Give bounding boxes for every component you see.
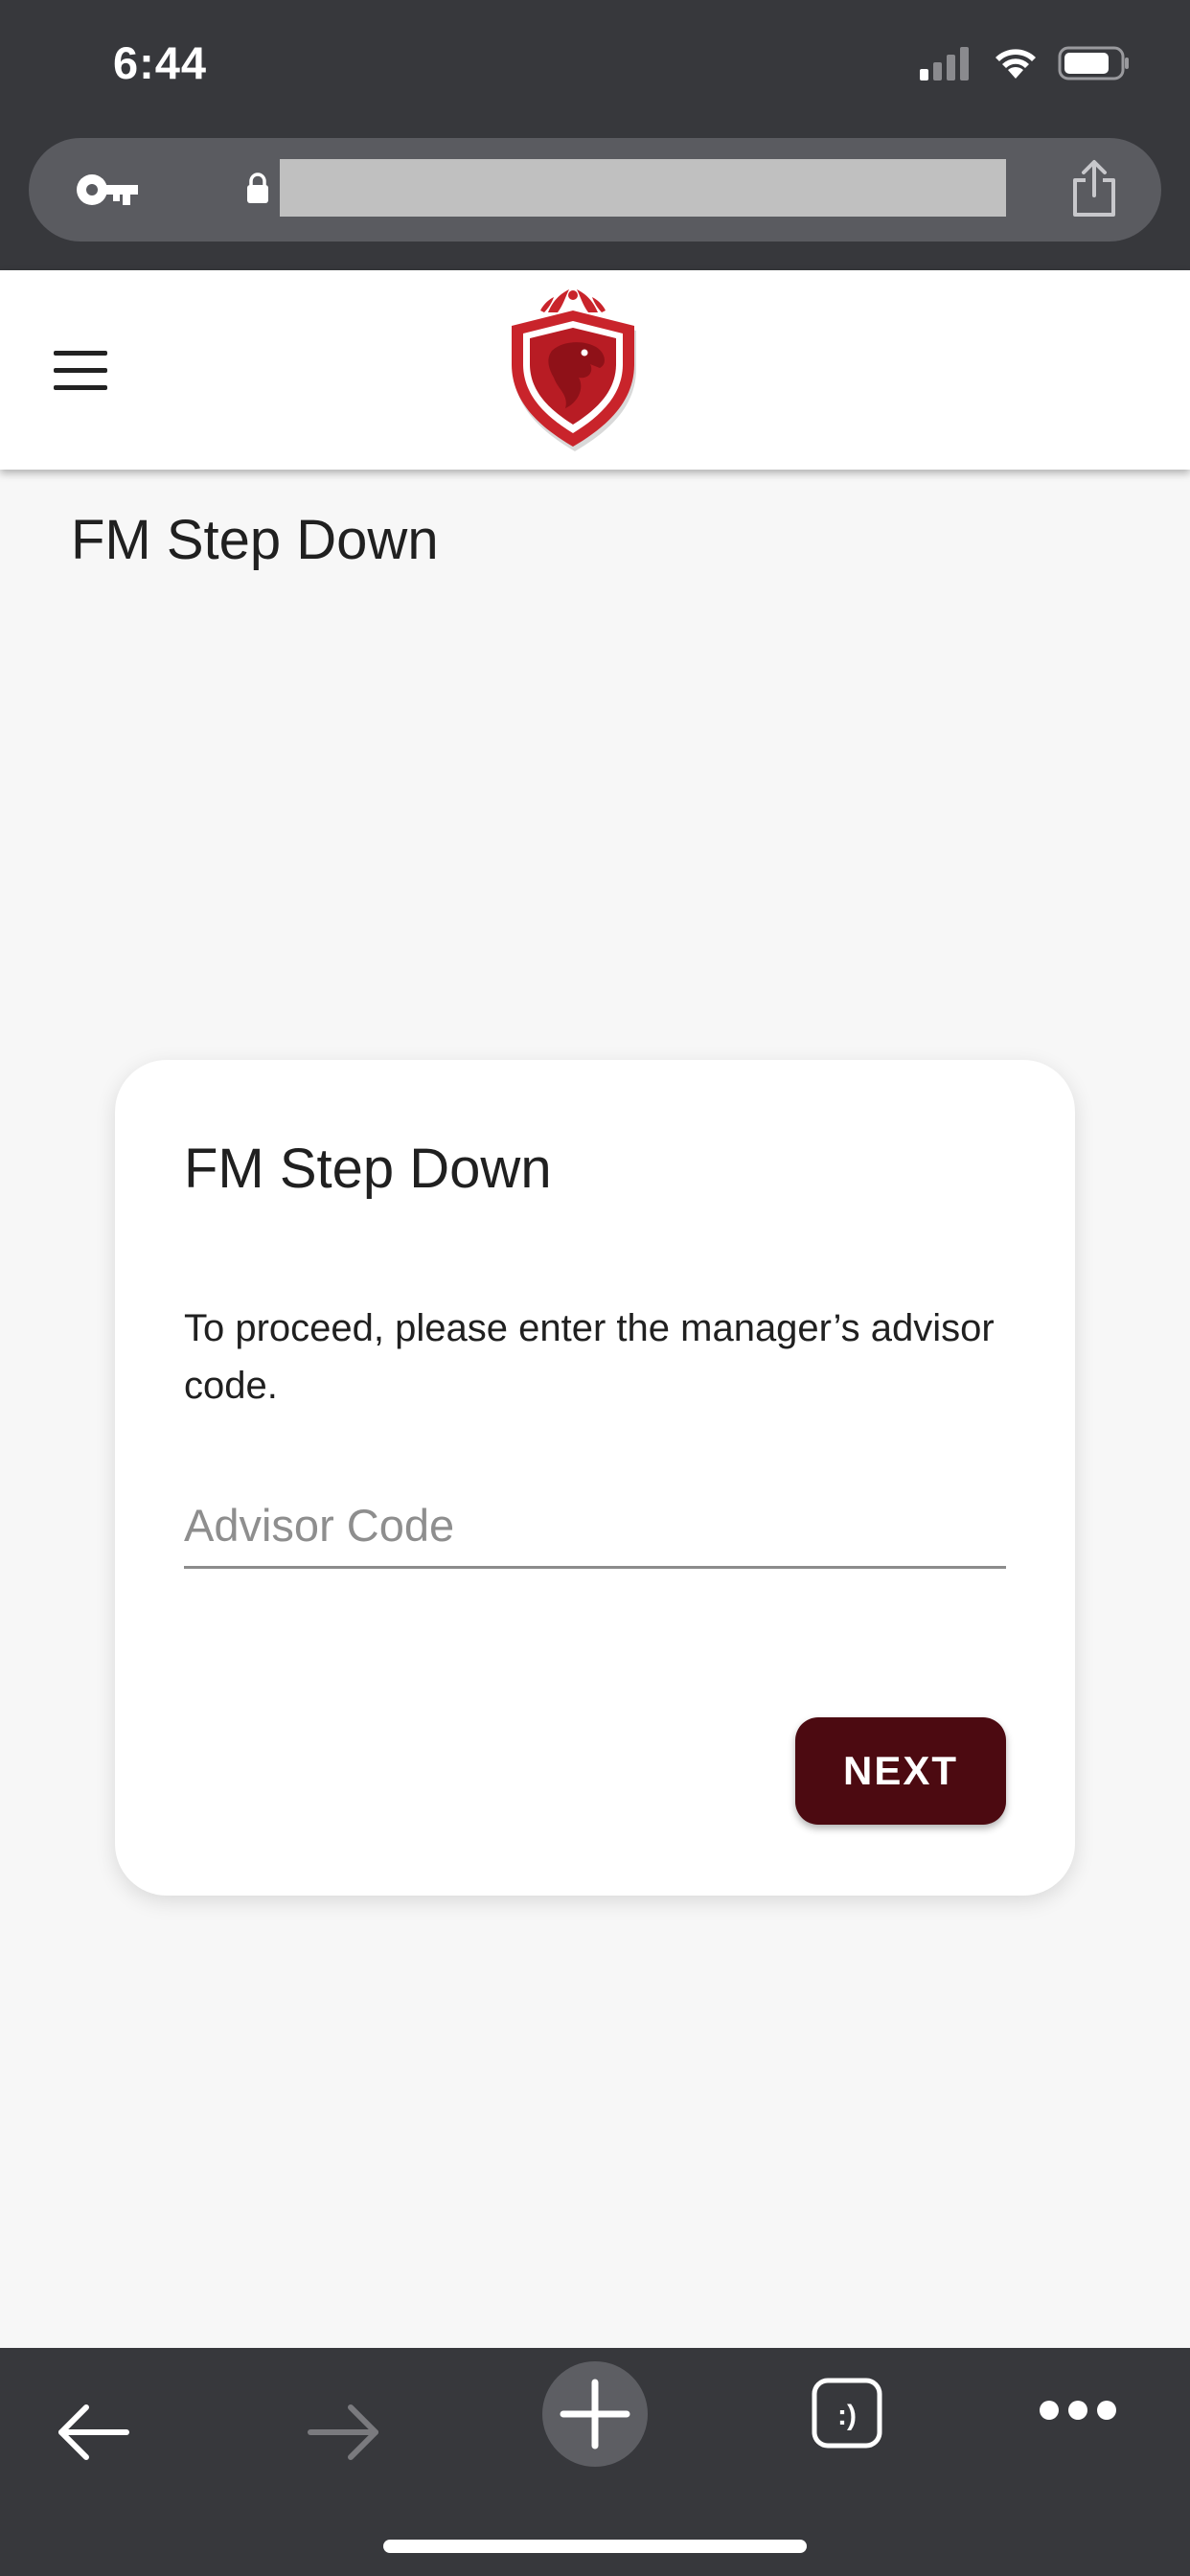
url-text[interactable] [280,159,1006,217]
forward-arrow-icon[interactable] [307,2402,381,2468]
lock-icon [245,172,270,210]
browser-top-bar: 6:44 [0,0,1190,270]
tabs-icon[interactable]: :) [811,2377,883,2454]
key-icon[interactable] [75,169,142,216]
status-icons [920,40,1131,88]
step-down-card: FM Step Down To proceed, please enter th… [115,1060,1075,1896]
card-title: FM Step Down [184,1138,552,1200]
tabs-label: :) [837,2400,857,2431]
browser-bottom-toolbar: :) [0,2348,1190,2576]
signal-icon [920,47,969,80]
back-arrow-icon[interactable] [56,2402,130,2468]
hamburger-menu-icon[interactable] [54,351,107,391]
home-indicator[interactable] [383,2540,807,2553]
app-header [0,270,1190,470]
crest-icon [540,289,606,312]
url-bar[interactable] [29,138,1161,242]
new-tab-plus-icon[interactable] [542,2361,648,2472]
share-icon[interactable] [1069,159,1119,223]
page-title: FM Step Down [71,509,439,571]
more-icon[interactable] [1039,2398,1117,2427]
next-button[interactable]: NEXT [795,1717,1006,1825]
shield-eagle-logo[interactable] [498,284,648,457]
card-instruction: To proceed, please enter the manager’s a… [184,1307,995,1407]
battery-icon [1058,46,1129,80]
wifi-icon [995,49,1036,79]
status-time: 6:44 [113,37,208,88]
advisor-code-input[interactable] [184,1484,1006,1569]
